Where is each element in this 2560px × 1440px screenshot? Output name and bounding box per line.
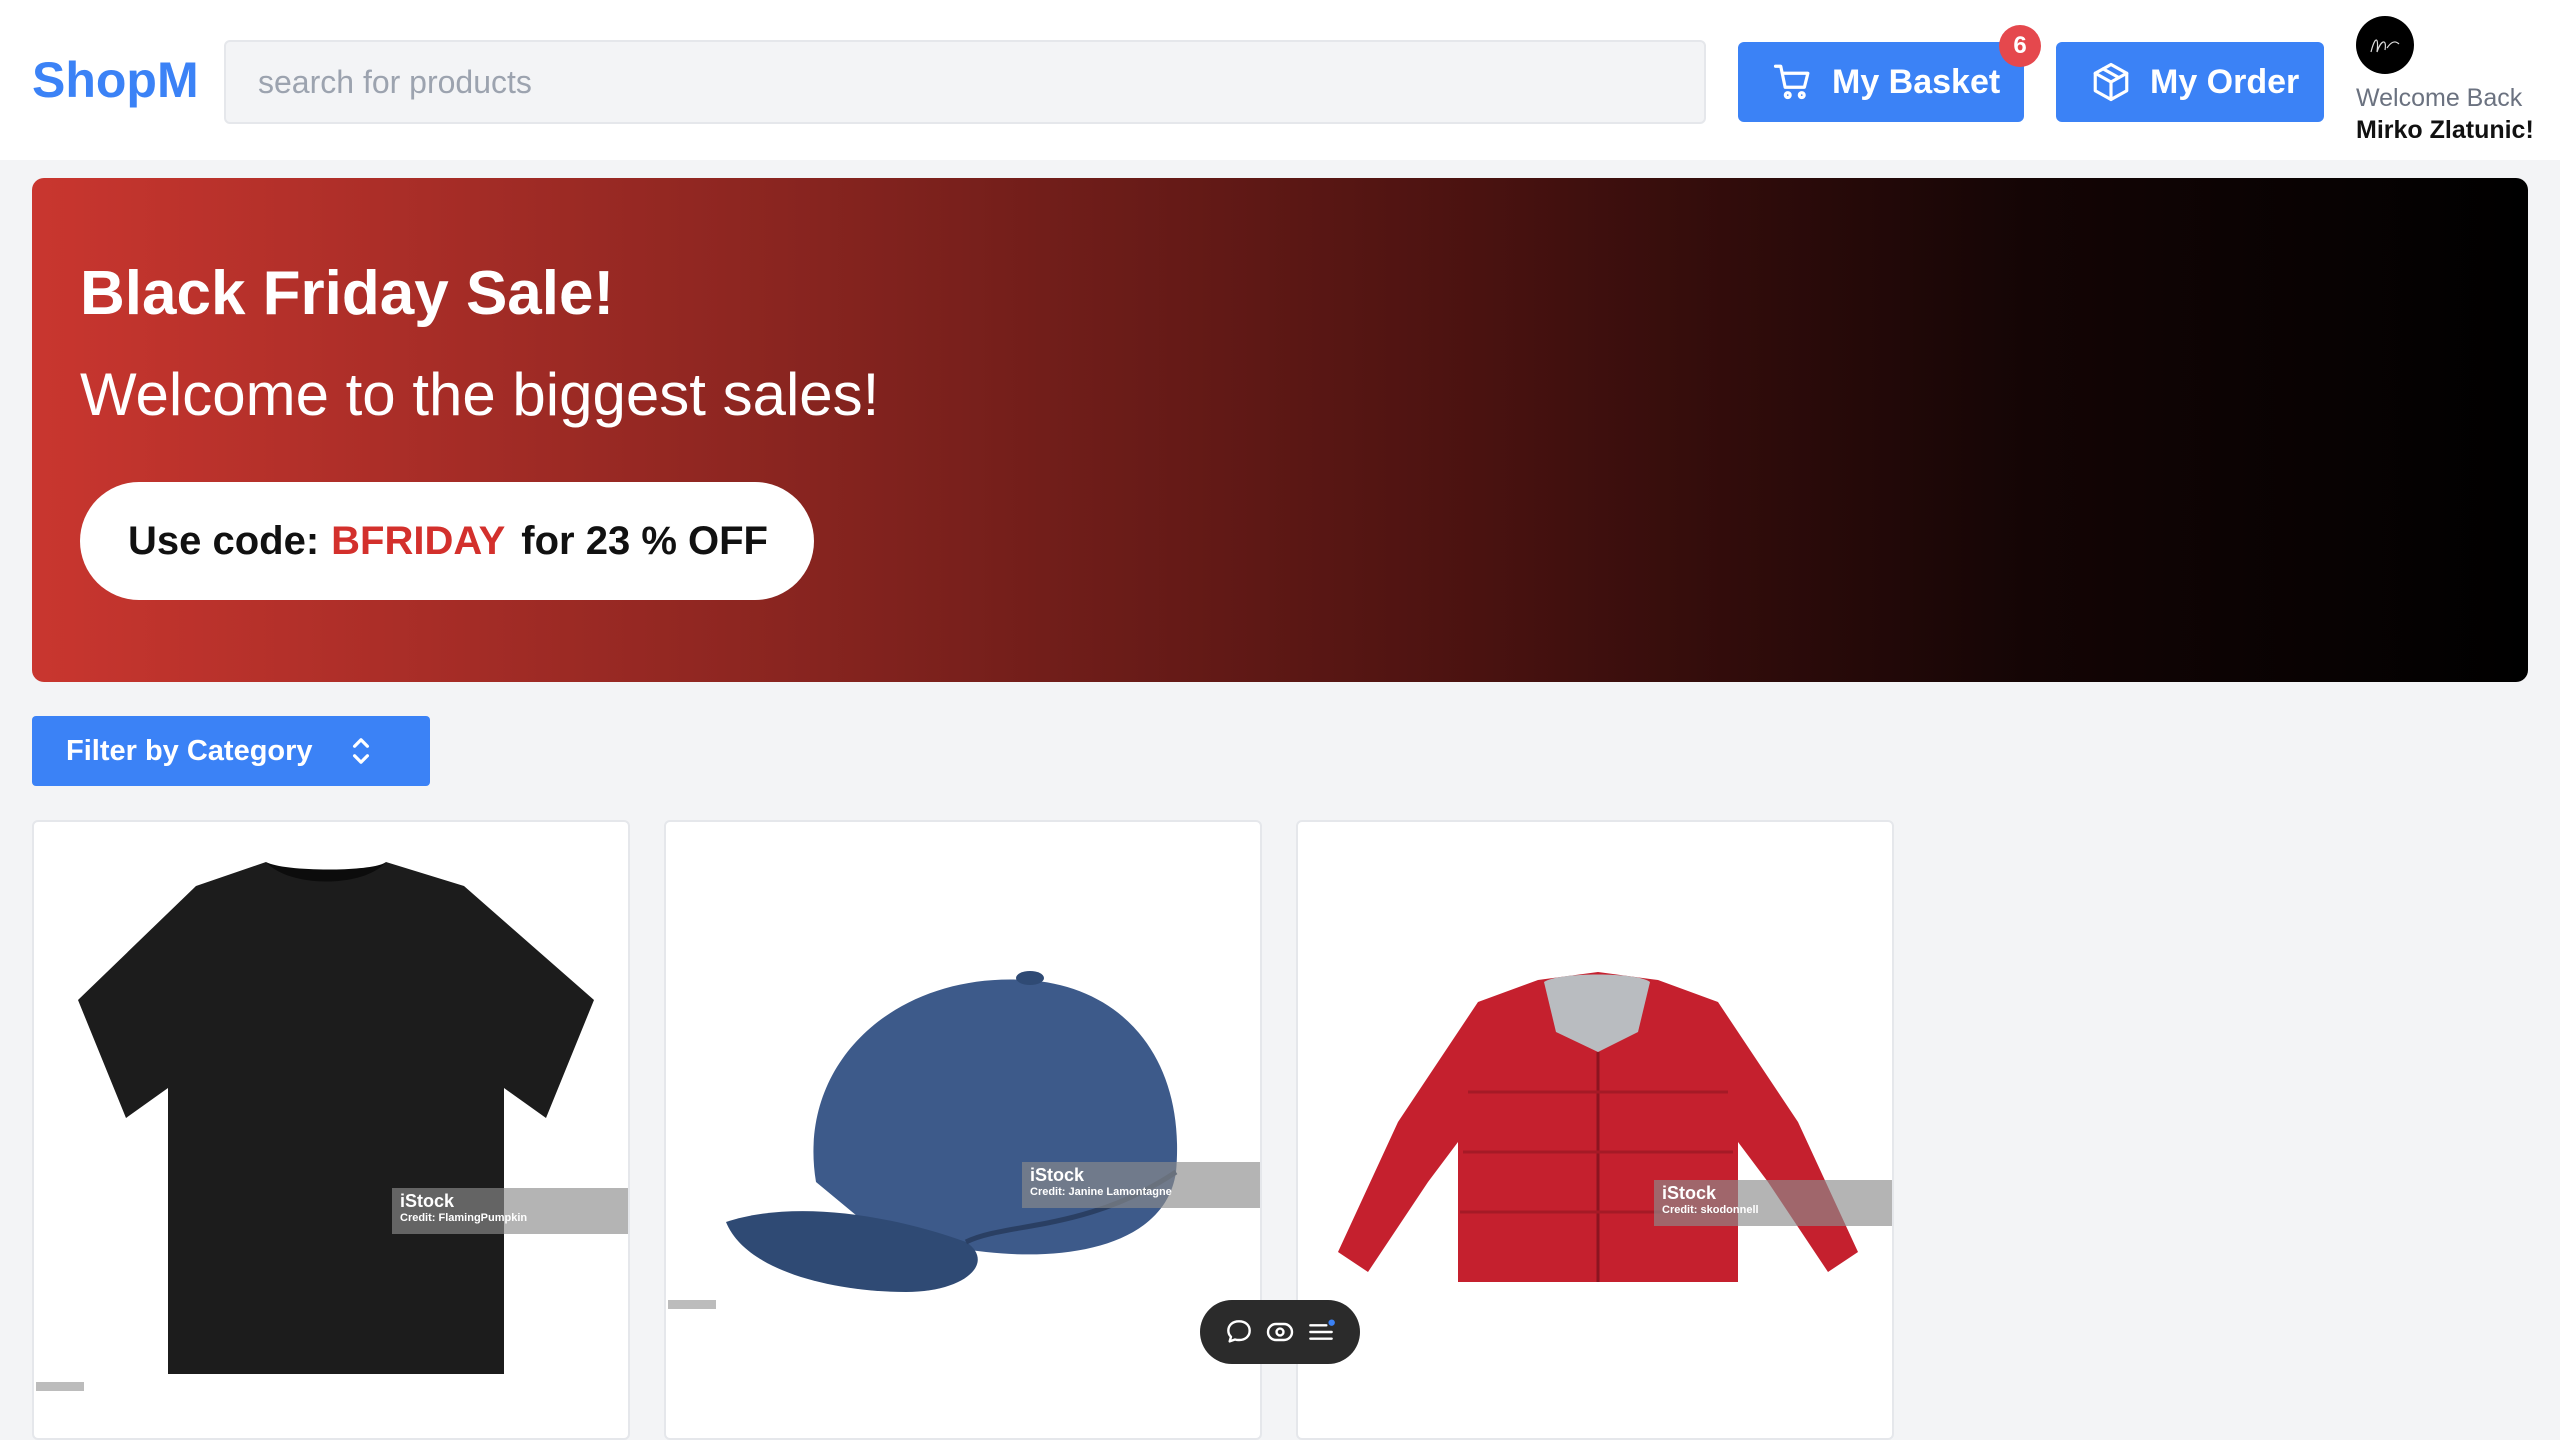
image-watermark: iStock Credit: skodonnell [1654,1180,1892,1226]
banner-title: Black Friday Sale! [80,259,615,328]
red-jacket-image [1338,972,1858,1282]
basket-count-badge: 6 [1999,25,2041,67]
floating-toolbar [1200,1300,1360,1364]
comment-icon[interactable] [1223,1316,1255,1348]
image-id-strip [36,1382,84,1391]
header: ShopM My Basket 6 My Order Welcome Back … [0,0,2560,160]
menu-icon[interactable] [1305,1316,1337,1348]
signature-avatar [2370,39,2400,53]
image-watermark: iStock Credit: Janine Lamontagne [1022,1162,1260,1208]
my-order-label: My Order [2150,62,2300,101]
cart-icon [1773,64,1810,100]
logo[interactable]: ShopM [32,50,199,110]
image-id-strip [668,1300,716,1309]
image-watermark: iStock Credit: FlamingPumpkin [392,1188,628,1234]
promo-suffix: for 23 % OFF [521,518,768,563]
filter-by-category-button[interactable]: Filter by Category [32,716,430,786]
promo-banner: Black Friday Sale! Welcome to the bigges… [32,178,2528,682]
eye-icon[interactable] [1264,1316,1296,1348]
banner-subtitle: Welcome to the biggest sales! [80,361,880,428]
promo-prefix: Use code: [128,518,320,563]
chevron-up-down-icon [352,738,369,764]
package-icon [2093,62,2129,102]
welcome-text: Welcome Back [2356,84,2523,112]
search-input[interactable] [224,40,1706,124]
my-order-button[interactable]: My Order [2056,42,2324,122]
product-card[interactable]: iStock Credit: FlamingPumpkin [32,820,630,1440]
product-card[interactable]: iStock Credit: skodonnell [1296,820,1894,1440]
product-card[interactable]: iStock Credit: Janine Lamontagne [664,820,1262,1440]
user-name: Mirko Zlatunic! [2356,116,2534,144]
my-basket-label: My Basket [1832,62,2001,101]
promo-code: BFRIDAY [331,518,506,563]
avatar[interactable] [2356,16,2414,74]
filter-label: Filter by Category [66,734,313,767]
my-basket-button[interactable]: My Basket [1738,42,2024,122]
navy-cap-image [726,971,1178,1292]
promo-code-pill: Use code: BFRIDAY for 23 % OFF [80,482,814,600]
black-tshirt-image [78,862,594,1374]
